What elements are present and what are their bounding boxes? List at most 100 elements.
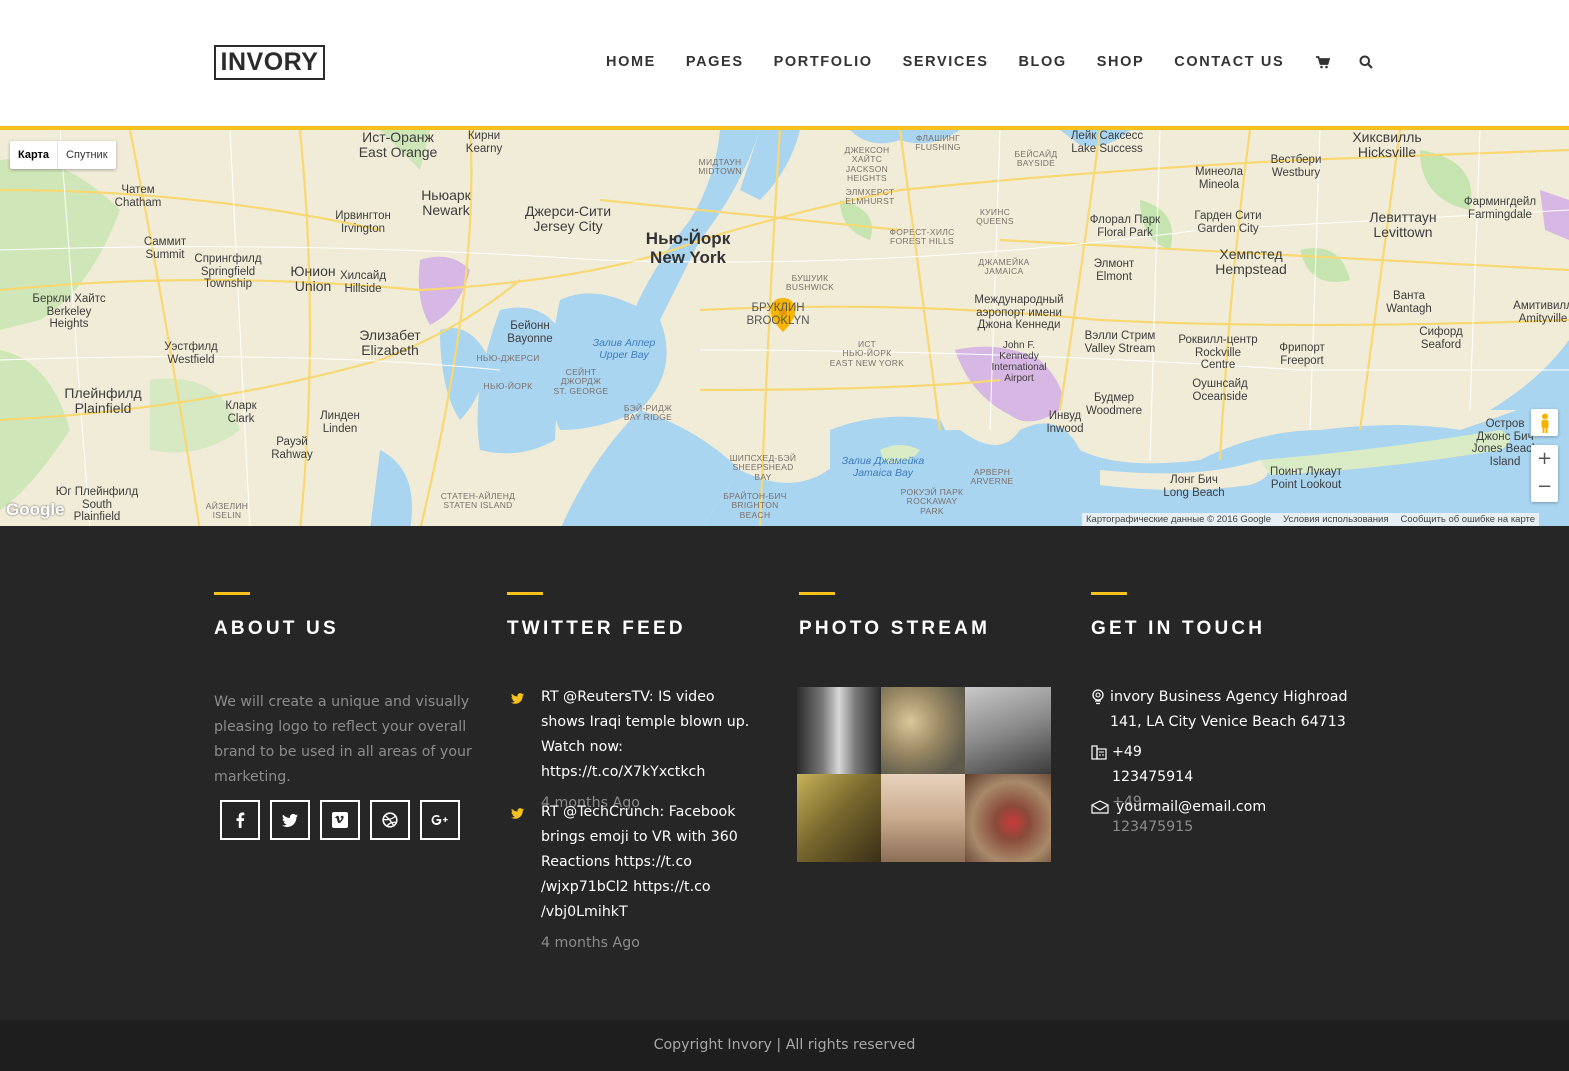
- map-label: Хемпстед Hempstead: [1215, 246, 1287, 278]
- photo-thumbnail[interactable]: [965, 774, 1051, 862]
- tweet-item: RT @TechCrunch: Facebook brings emoji to…: [511, 800, 751, 951]
- copyright-bar: Copyright Invory | All rights reserved: [0, 1020, 1569, 1071]
- map-label: БРУКЛИН BROOKLYN: [746, 302, 810, 327]
- site-header: INVORY HOME PAGES PORTFOLIO SERVICES BLO…: [0, 0, 1569, 126]
- street-view-pegman-icon[interactable]: [1531, 409, 1558, 436]
- vimeo-icon[interactable]: [320, 800, 360, 840]
- cart-icon[interactable]: [1314, 53, 1332, 71]
- map-label: НЬЮ-ЙОРК: [483, 381, 533, 391]
- map-label: Вэлли Стрим Valley Stream: [1084, 330, 1156, 355]
- map-label: АРВЕРН ARVERNE: [970, 467, 1014, 487]
- dribbble-icon[interactable]: [370, 800, 410, 840]
- map-label: ЭЛМХЕРСТ ELMHURST: [845, 187, 895, 207]
- map-label: Хиксвилль Hicksville: [1352, 129, 1422, 161]
- map-label: Линден Linden: [320, 410, 360, 435]
- map-label: John F. Kennedy International Airport: [991, 340, 1047, 384]
- site-logo[interactable]: INVORY: [214, 45, 325, 80]
- map-label: КУИНС QUEENS: [976, 207, 1014, 227]
- photo-thumbnail[interactable]: [797, 774, 881, 862]
- zoom-in-button[interactable]: +: [1531, 445, 1558, 473]
- tweet-item: RT @ReutersTV: IS video shows Iraqi temp…: [511, 685, 751, 811]
- nav-home[interactable]: HOME: [606, 54, 656, 70]
- contact-email: yourmail@email.com: [1091, 795, 1266, 820]
- nav-blog[interactable]: BLOG: [1018, 54, 1066, 70]
- map-label: Саммит Summit: [143, 236, 187, 261]
- map-label: Фрипорт Freeport: [1279, 342, 1325, 367]
- map-label: Чатем Chatham: [114, 184, 162, 209]
- photo-stream-title: PHOTO STREAM: [799, 618, 991, 639]
- about-title: ABOUT US: [214, 618, 339, 639]
- map-label: ФЛАШИНГ FLUSHING: [915, 133, 961, 153]
- map-label: РОКУЭЙ ПАРК ROCKAWAY PARK: [900, 487, 964, 516]
- map-type-map-button[interactable]: Карта: [10, 141, 59, 169]
- zoom-out-button[interactable]: −: [1531, 473, 1558, 501]
- tweet-text[interactable]: RT @ReutersTV: IS video shows Iraqi temp…: [541, 685, 751, 785]
- map-label: Ванта Wantagh: [1386, 290, 1432, 315]
- map-label: Кларк Clark: [225, 400, 257, 425]
- nav-pages[interactable]: PAGES: [686, 54, 744, 70]
- nav-shop[interactable]: SHOP: [1097, 54, 1145, 70]
- accent-bar: [507, 592, 543, 595]
- map-label: Левиттаун Levittown: [1369, 209, 1437, 241]
- email-link[interactable]: yourmail@email.com: [1116, 795, 1266, 820]
- map-label: БЕЙСАЙД BAYSIDE: [1014, 149, 1058, 169]
- map-label: Плейнфилд Plainfield: [64, 385, 142, 417]
- map-label: АЙЗЕЛИН ISELIN: [205, 501, 249, 521]
- tweet-text[interactable]: RT @TechCrunch: Facebook brings emoji to…: [541, 800, 751, 925]
- photo-thumbnail[interactable]: [881, 687, 965, 774]
- envelope-icon: [1091, 799, 1111, 820]
- map-label: БУШУИК BUSHWICK: [785, 273, 835, 293]
- address-text: invory Business Agency Highroad 141, LA …: [1110, 689, 1348, 730]
- photo-grid: [797, 687, 1051, 862]
- map-label: Уэстфилд Westfield: [164, 341, 218, 366]
- nav-contact-us[interactable]: CONTACT US: [1174, 54, 1284, 70]
- google-logo: Google: [6, 500, 65, 519]
- map-attribution: Картографические данные © 2016 Google Ус…: [1082, 513, 1540, 526]
- search-icon[interactable]: [1357, 53, 1375, 71]
- twitter-icon[interactable]: [270, 800, 310, 840]
- phone-primary[interactable]: +49 123475914: [1112, 744, 1193, 785]
- tweet-time: 4 months Ago: [541, 935, 640, 951]
- map-label: Ньюарк Newark: [421, 187, 471, 219]
- contact-phone: +49 123475914 +49 123475915: [1091, 740, 1197, 840]
- map-label: Остров Джонс Бич Jones Beach Island: [1471, 418, 1539, 468]
- map-label: ФОРЕСТ-ХИЛС FOREST HILLS: [889, 227, 955, 247]
- terms-link[interactable]: Условия использования: [1283, 514, 1388, 525]
- photo-thumbnail[interactable]: [797, 687, 881, 774]
- map-label: Залив Джамейка Jamaica Bay: [841, 455, 925, 479]
- map-label: Бейонн Bayonne: [507, 320, 553, 345]
- map-label: Рауэй Rahway: [271, 436, 313, 461]
- map-label: НЬЮ-ДЖЕРСИ: [476, 353, 540, 363]
- location-map[interactable]: Ист-Оранж East Orange Кирни Kearny Чатем Ch…: [0, 126, 1569, 526]
- map-label: Гарден Сити Garden City: [1194, 210, 1262, 235]
- map-type-satellite-button[interactable]: Спутник: [58, 141, 115, 169]
- twitter-title: TWITTER FEED: [507, 618, 686, 639]
- report-error-link[interactable]: Сообщить об ошибке на карте: [1401, 514, 1536, 525]
- map-label: ДЖЕКСОН ХАЙТС JACKSON HEIGHTS: [844, 145, 890, 184]
- site-footer: ABOUT US We will create a unique and vis…: [0, 526, 1569, 1020]
- twitter-bird-icon: [511, 804, 524, 823]
- map-label: Сифорд Seaford: [1419, 326, 1463, 351]
- nav-portfolio[interactable]: PORTFOLIO: [774, 54, 873, 70]
- map-label: Ирвингтон Irvington: [335, 210, 391, 235]
- google-plus-icon[interactable]: [420, 800, 460, 840]
- map-label: МИДТАУН MIDTOWN: [698, 157, 742, 177]
- map-label: Международный аэропорт имени Джона Кеннеди: [974, 294, 1064, 332]
- main-nav: HOME PAGES PORTFOLIO SERVICES BLOG SHOP …: [606, 53, 1400, 71]
- map-label: Вестбери Westbury: [1270, 154, 1322, 179]
- phone-numbers: +49 123475914 +49 123475915: [1112, 740, 1197, 840]
- map-label: Юг Плейнфилд South Plainfield: [55, 486, 139, 524]
- map-label: Элмонт Elmont: [1093, 258, 1135, 283]
- photo-thumbnail[interactable]: [881, 774, 965, 862]
- map-label: Элизабет Elizabeth: [359, 327, 421, 359]
- twitter-bird-icon: [511, 689, 524, 708]
- nav-services[interactable]: SERVICES: [903, 54, 989, 70]
- map-label: Юнион Union: [290, 263, 336, 295]
- accent-bar: [1091, 592, 1127, 595]
- map-label: Лонг Бич Long Beach: [1163, 474, 1225, 499]
- facebook-icon[interactable]: [220, 800, 260, 840]
- photo-thumbnail[interactable]: [965, 687, 1051, 774]
- zoom-control: + −: [1531, 445, 1558, 502]
- map-label: Амитивилл Amityville: [1513, 300, 1569, 325]
- map-label: СТАТЕН-АЙЛЕНД STATEN ISLAND: [440, 491, 516, 511]
